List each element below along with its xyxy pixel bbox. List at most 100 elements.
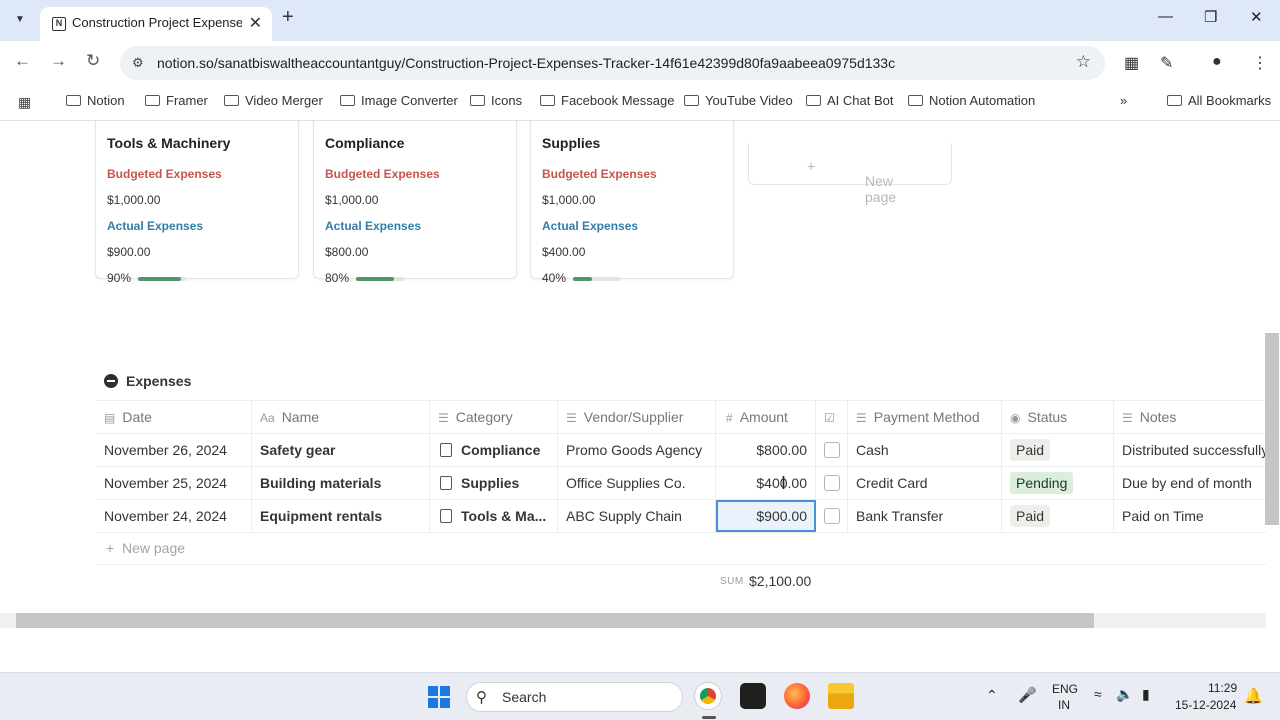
extension-icon[interactable]: ▦	[1124, 53, 1139, 73]
clock-date[interactable]: 15-12-2024	[1175, 698, 1236, 712]
vertical-scrollbar[interactable]	[1265, 333, 1279, 525]
forward-button[interactable]: →	[50, 51, 67, 71]
apps-grid-icon[interactable]: ▦	[18, 94, 31, 111]
column-header-category[interactable]: ☰ Category	[430, 401, 558, 434]
cell-category[interactable]: Tools & Ma...	[430, 500, 558, 532]
cell-name[interactable]: Safety gear	[252, 434, 430, 466]
cell-name[interactable]: Building materials	[252, 467, 430, 499]
language-in[interactable]: IN	[1058, 698, 1070, 712]
bookmark-notion-automation[interactable]: Notion Automation	[908, 93, 1035, 108]
cell-date[interactable]: November 26, 2024	[96, 434, 252, 466]
bookmark-facebook-message[interactable]: Facebook Message	[540, 93, 674, 108]
volume-icon[interactable]: 🔈	[1116, 686, 1133, 703]
cell-date[interactable]: November 24, 2024	[96, 500, 252, 532]
reload-button[interactable]: ↻	[86, 51, 100, 71]
cell-status[interactable]: Paid	[1002, 434, 1114, 466]
restore-button[interactable]: ❐	[1204, 8, 1217, 26]
cell-notes[interactable]: Paid on Time	[1114, 500, 1266, 532]
bookmarks-overflow-icon[interactable]: »	[1120, 93, 1127, 108]
tray-overflow-chevron-icon[interactable]: ⌃	[986, 687, 998, 704]
cell-checkbox[interactable]	[816, 467, 848, 499]
new-page-row-button[interactable]: + New page	[106, 540, 185, 556]
active-tab[interactable]: N Construction Project Expenses ✕	[40, 7, 272, 41]
column-header-status[interactable]: ◉ Status	[1002, 401, 1114, 434]
cell-amount[interactable]: $400.00	[716, 467, 816, 499]
database-title[interactable]: Expenses	[104, 373, 191, 389]
folder-icon	[684, 95, 699, 106]
cell-amount[interactable]: $800.00	[716, 434, 816, 466]
back-button[interactable]: ←	[14, 51, 31, 71]
all-bookmarks[interactable]: All Bookmarks	[1167, 93, 1271, 108]
battery-icon[interactable]: ▮	[1142, 686, 1150, 703]
cell-notes[interactable]: Distributed successfully	[1114, 434, 1266, 466]
cell-payment-method[interactable]: Cash	[848, 434, 1002, 466]
status-icon: ◉	[1010, 411, 1021, 425]
cell-vendor[interactable]: Office Supplies Co.	[558, 467, 716, 499]
cell-category[interactable]: Supplies	[430, 467, 558, 499]
bookmark-framer[interactable]: Framer	[145, 93, 208, 108]
cell-status[interactable]: Paid	[1002, 500, 1114, 532]
tab-search-button[interactable]: ▼	[8, 8, 32, 32]
cell-status[interactable]: Pending	[1002, 467, 1114, 499]
checkbox[interactable]	[824, 508, 840, 524]
cell-payment-method[interactable]: Credit Card	[848, 467, 1002, 499]
cell-vendor[interactable]: ABC Supply Chain	[558, 500, 716, 532]
horizontal-scrollbar[interactable]	[16, 613, 1094, 628]
sum-value[interactable]: $2,100.00	[749, 573, 811, 589]
cell-checkbox[interactable]	[816, 500, 848, 532]
bookmark-notion[interactable]: Notion	[66, 93, 125, 108]
extensions-puzzle-icon[interactable]: ✎	[1160, 53, 1173, 73]
bookmark-icons[interactable]: Icons	[470, 93, 522, 108]
taskbar-search[interactable]: ⚲ Search	[466, 682, 683, 712]
tab-close-icon[interactable]: ✕	[249, 13, 262, 33]
cell-date[interactable]: November 25, 2024	[96, 467, 252, 499]
cell-amount-selected[interactable]: $900.00	[716, 500, 816, 532]
windows-start-icon[interactable]	[428, 686, 450, 708]
new-tab-button[interactable]: +	[282, 6, 294, 29]
cell-checkbox[interactable]	[816, 434, 848, 466]
language-eng[interactable]: ENG	[1052, 682, 1078, 696]
checkbox[interactable]	[824, 475, 840, 491]
menu-kebab-icon[interactable]: ⋮	[1252, 53, 1268, 73]
bookmark-star-icon[interactable]: ☆	[1076, 52, 1091, 72]
minimize-button[interactable]: —	[1158, 8, 1173, 25]
cell-payment-method[interactable]: Bank Transfer	[848, 500, 1002, 532]
capcut-icon[interactable]	[740, 683, 766, 709]
bookmark-video-merger[interactable]: Video Merger	[224, 93, 323, 108]
firefox-icon[interactable]	[784, 683, 810, 709]
site-info-icon[interactable]: ⚙	[132, 55, 144, 71]
url-text[interactable]: notion.so/sanatbiswaltheaccountantguy/Co…	[157, 55, 895, 71]
column-header-vendor[interactable]: ☰ Vendor/Supplier	[558, 401, 716, 434]
bookmark-image-converter[interactable]: Image Converter	[340, 93, 458, 108]
close-window-button[interactable]: ✕	[1250, 8, 1263, 26]
profile-avatar-icon[interactable]: ●	[1212, 53, 1222, 71]
file-explorer-icon[interactable]	[828, 683, 854, 709]
clock-time[interactable]: 11:29	[1208, 681, 1237, 695]
column-header-date[interactable]: ▤ Date	[96, 401, 252, 434]
notification-bell-icon[interactable]: 🔔	[1244, 687, 1263, 705]
column-header-notes[interactable]: ☰ Notes	[1114, 401, 1266, 434]
card-tools-machinery[interactable]: Tools & Machinery Budgeted Expenses $1,0…	[95, 121, 299, 285]
bookmark-youtube-video[interactable]: YouTube Video	[684, 93, 793, 108]
column-header-checkbox[interactable]: ☑	[816, 401, 848, 434]
microphone-icon[interactable]: 🎤	[1018, 686, 1037, 704]
status-badge: Pending	[1010, 472, 1074, 494]
new-page-card[interactable]: + New page	[748, 143, 952, 205]
actual-label: Actual Expenses	[107, 219, 204, 233]
bookmark-ai-chat-bot[interactable]: AI Chat Bot	[806, 93, 893, 108]
column-header-name[interactable]: Aa Name	[252, 401, 430, 434]
column-header-amount[interactable]: # Amount	[716, 401, 816, 434]
cell-notes[interactable]: Due by end of month	[1114, 467, 1266, 499]
card-supplies[interactable]: Supplies Budgeted Expenses $1,000.00 Act…	[530, 121, 734, 285]
card-compliance[interactable]: Compliance Budgeted Expenses $1,000.00 A…	[313, 121, 517, 285]
cell-name[interactable]: Equipment rentals	[252, 500, 430, 532]
budget-label: Budgeted Expenses	[542, 167, 657, 181]
cell-category[interactable]: Compliance	[430, 434, 558, 466]
cell-vendor[interactable]: Promo Goods Agency	[558, 434, 716, 466]
wifi-icon[interactable]: ≈	[1094, 686, 1102, 702]
checkbox[interactable]	[824, 442, 840, 458]
folder-icon	[224, 95, 239, 106]
column-header-payment-method[interactable]: ☰ Payment Method	[848, 401, 1002, 434]
address-bar[interactable]: ⚙ notion.so/sanatbiswaltheaccountantguy/…	[120, 46, 1105, 80]
chrome-icon[interactable]	[695, 683, 721, 709]
